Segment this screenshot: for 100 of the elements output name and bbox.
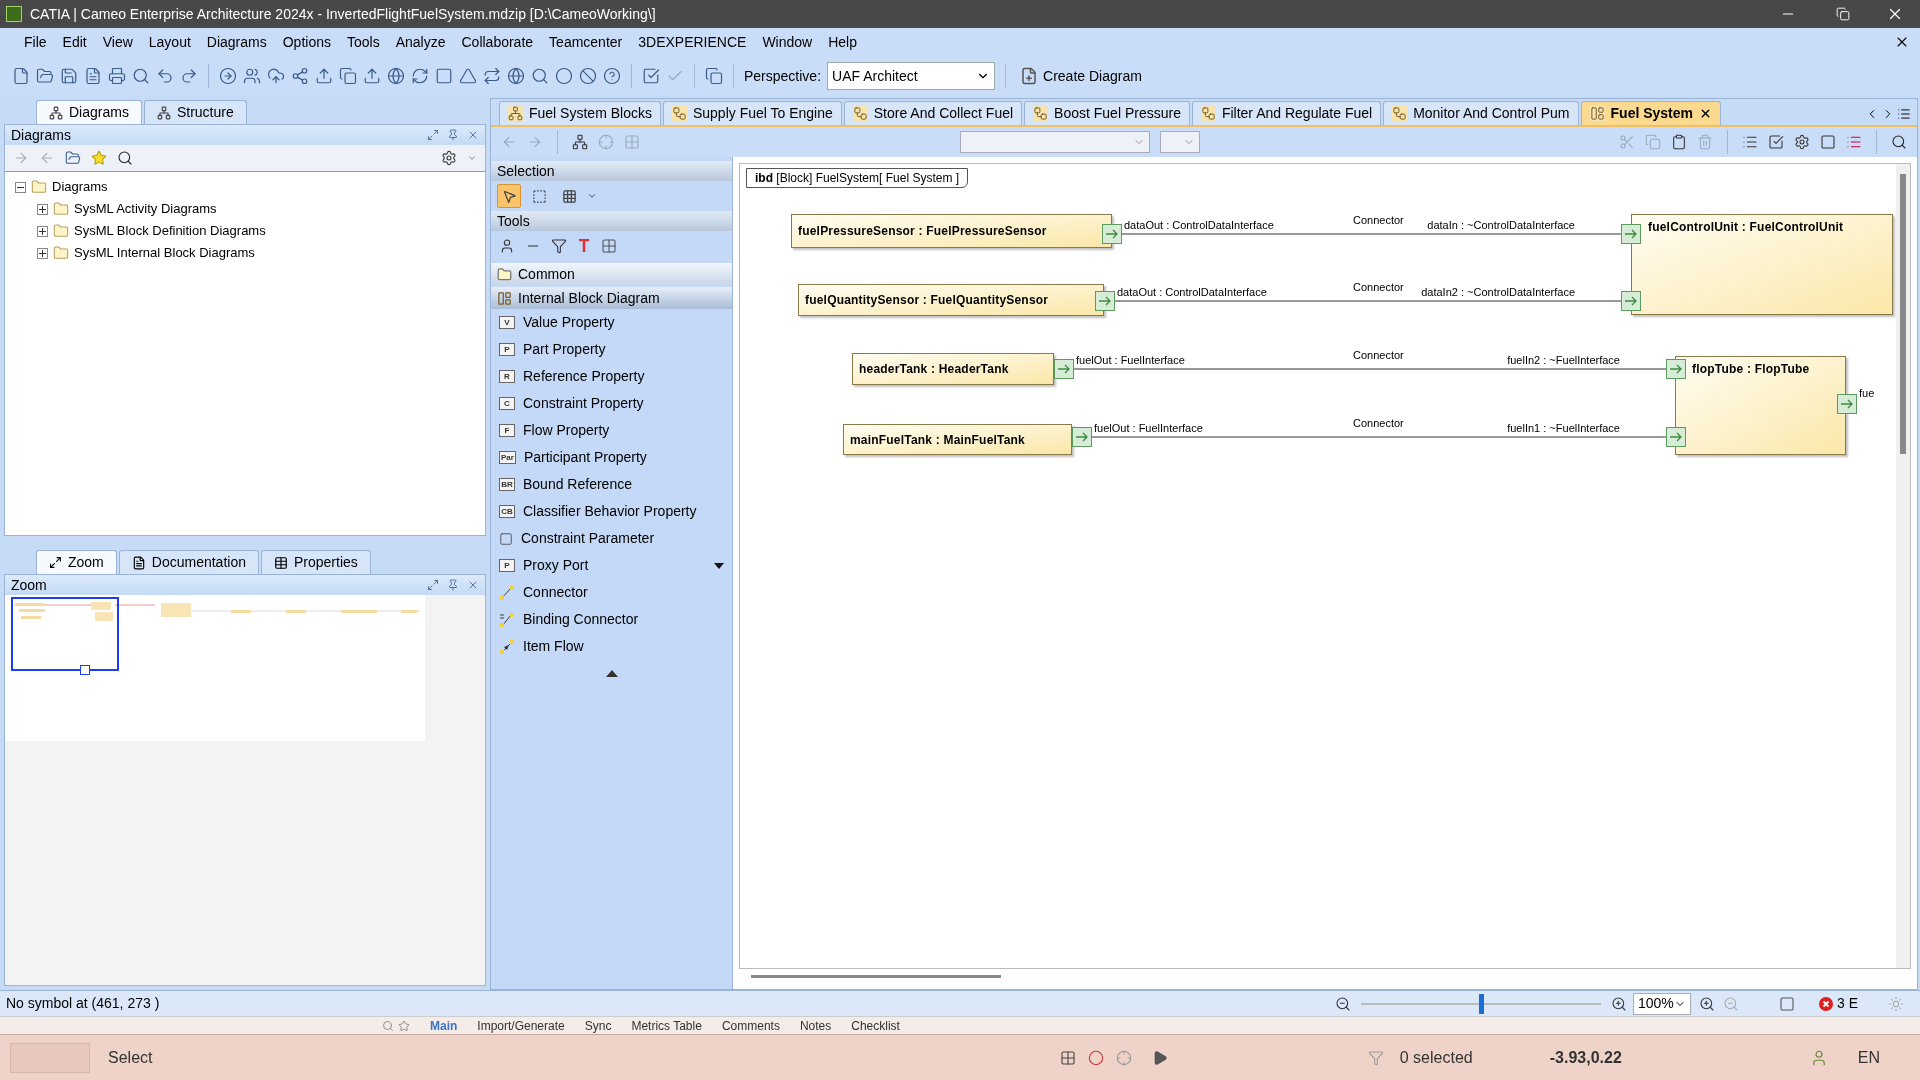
star-icon[interactable] (91, 150, 107, 166)
zoom-dropdown[interactable]: 100% (1633, 992, 1691, 1015)
panel-tab[interactable]: Properties (260, 550, 371, 574)
resize-handle[interactable] (80, 665, 90, 675)
menu-item[interactable]: Help (820, 31, 865, 53)
search-icon[interactable] (1891, 134, 1907, 150)
panel-tab[interactable]: Diagrams (36, 100, 142, 124)
copy-icon[interactable] (339, 67, 357, 85)
diagram-tab[interactable]: Monitor And Control Pum (1383, 101, 1579, 125)
cloud-upload-icon[interactable] (267, 67, 285, 85)
layout-tool-icon[interactable] (601, 238, 617, 254)
import-icon[interactable] (363, 67, 381, 85)
list-icon[interactable] (1846, 134, 1862, 150)
menu-item[interactable]: Analyze (387, 31, 454, 53)
tree-item[interactable]: SysML Internal Block Diagrams (74, 243, 255, 263)
palette-item[interactable]: Reference Property (523, 366, 724, 387)
menu-item[interactable]: File (16, 31, 55, 53)
settings-icon[interactable] (441, 150, 457, 166)
bottom-tab[interactable]: Main (420, 1017, 468, 1034)
diagram-tab[interactable]: Boost Fuel Pressure (1024, 101, 1190, 125)
tree-item[interactable]: Diagrams (52, 177, 108, 197)
menu-item[interactable]: Teamcenter (541, 31, 631, 53)
text-tool-icon[interactable] (577, 238, 591, 254)
palette-item[interactable]: Part Property (523, 339, 724, 360)
menu-item[interactable]: Edit (54, 31, 95, 53)
document-icon[interactable] (84, 67, 102, 85)
users-icon[interactable] (243, 67, 261, 85)
palette-item[interactable]: Value Property (523, 312, 724, 333)
menu-item[interactable]: Tools (339, 31, 388, 53)
diagram-tab[interactable]: Store And Collect Fuel (843, 101, 1023, 125)
menu-item[interactable]: Collaborate (453, 31, 542, 53)
scrollbar-thumb[interactable] (751, 974, 1001, 978)
dropdown-icon[interactable] (587, 191, 597, 201)
maximize-icon[interactable] (427, 579, 439, 591)
tree-item[interactable]: SysML Block Definition Diagrams (74, 221, 266, 241)
expand-arrow-icon[interactable] (714, 562, 724, 569)
palette-group[interactable]: Internal Block Diagram (491, 287, 732, 309)
bottom-tab[interactable]: Checklist (841, 1017, 910, 1034)
palette-item[interactable]: Constraint Property (523, 393, 724, 414)
perspective-dropdown[interactable]: UAF Architect (827, 62, 996, 90)
validate-icon[interactable] (1768, 134, 1784, 150)
refresh-icon[interactable] (411, 67, 429, 85)
export-icon[interactable] (315, 67, 333, 85)
menu-item[interactable]: Diagrams (198, 31, 275, 53)
search-icon[interactable] (117, 150, 133, 166)
tab-list-icon[interactable] (1897, 107, 1911, 121)
diagram-tab[interactable]: Fuel System Blocks (499, 101, 661, 125)
open-folder-icon[interactable] (36, 67, 54, 85)
zoom-slider-thumb[interactable] (1479, 993, 1484, 1014)
panel-tab[interactable]: Zoom (36, 550, 117, 574)
expand-toggle[interactable] (37, 225, 48, 237)
bottom-tab[interactable]: Metrics Table (621, 1017, 712, 1034)
diagram-tab[interactable]: Supply Fuel To Engine (662, 101, 842, 125)
hierarchy-icon[interactable] (572, 134, 588, 150)
palette-item[interactable]: Classifier Behavior Property (523, 501, 724, 522)
bottom-tab[interactable]: Comments (711, 1017, 790, 1034)
zoom-in-icon[interactable] (1611, 995, 1627, 1012)
palette-item[interactable]: Participant Property (523, 447, 724, 468)
palette-item[interactable]: Flow Property (523, 420, 724, 441)
settings-icon[interactable] (1794, 134, 1810, 150)
palette-item[interactable]: Item Flow (523, 636, 724, 657)
redo-icon[interactable] (180, 67, 198, 85)
bottom-tab[interactable]: Sync (574, 1017, 622, 1034)
pointer-tool-icon[interactable] (497, 184, 521, 208)
palette-item[interactable]: Proxy Port (523, 555, 706, 576)
palette-item[interactable]: Bound Reference (523, 474, 724, 495)
scrollbar-thumb[interactable] (1900, 174, 1906, 454)
diagram-tab[interactable]: Filter And Regulate Fuel (1191, 101, 1382, 125)
toolbox-icon[interactable] (1742, 134, 1758, 150)
close-icon[interactable] (1699, 107, 1712, 120)
paste-icon[interactable] (1671, 134, 1687, 150)
print-preview-icon[interactable] (108, 67, 126, 85)
expand-toggle[interactable] (37, 247, 48, 259)
menu-item[interactable]: View (94, 31, 141, 53)
menu-item[interactable]: Options (274, 31, 339, 53)
panel-tab[interactable]: Structure (143, 100, 247, 124)
bottom-tab[interactable]: Import/Generate (467, 1017, 575, 1034)
restore-icon[interactable] (1836, 7, 1850, 21)
collapse-toggle[interactable] (15, 181, 26, 193)
palette-item[interactable]: Binding Connector (523, 609, 724, 630)
pin-icon[interactable] (447, 579, 459, 591)
menu-item[interactable]: Window (754, 31, 821, 53)
palette-item[interactable]: Connector (523, 582, 724, 603)
scroll-up-icon[interactable] (605, 670, 618, 677)
zoom-out-icon[interactable] (1335, 995, 1351, 1012)
diagram-tab[interactable]: Fuel System (1580, 101, 1721, 125)
panel-tab[interactable]: Documentation (118, 550, 259, 574)
help-icon[interactable] (603, 67, 621, 85)
maximize-icon[interactable] (427, 129, 439, 141)
globe-icon[interactable] (387, 67, 405, 85)
viewport-frame[interactable] (11, 597, 119, 671)
swap-icon[interactable] (483, 67, 501, 85)
undo-icon[interactable] (156, 67, 174, 85)
circle-icon[interactable] (555, 67, 573, 85)
palette-item[interactable]: Constraint Parameter (521, 528, 724, 549)
menu-item[interactable]: Layout (140, 31, 199, 53)
palette-group[interactable]: Common (491, 263, 732, 285)
language-indicator[interactable]: EN (1857, 1045, 1880, 1070)
magnifier-icon[interactable] (531, 67, 549, 85)
share-icon[interactable] (291, 67, 309, 85)
